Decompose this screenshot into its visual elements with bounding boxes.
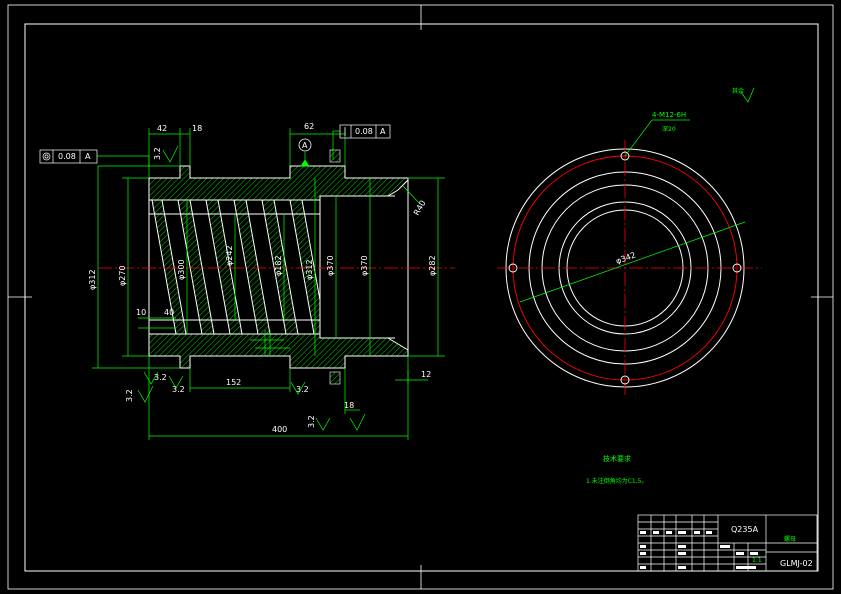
dim-dia-370-b: φ370 <box>360 255 369 276</box>
dim-r40: R40 <box>412 199 428 217</box>
title-block-part-name: 螺母 <box>784 535 796 543</box>
hatch-top-wall <box>148 165 409 201</box>
tolerance-left-datum: A <box>85 152 91 161</box>
thread-callout: 4-M12-6H <box>652 111 686 119</box>
dim-62-top: 62 <box>304 122 314 131</box>
dim-dia-312-mid: φ312 <box>305 259 314 280</box>
side-end-view: 4-M12-6H 深20 φ342 其余 <box>497 87 762 395</box>
hatch-bottom-wall <box>148 333 409 369</box>
outer-border <box>7 4 834 590</box>
rough-32-f: 3.2 <box>307 415 316 428</box>
thread-depth: 深20 <box>662 125 676 133</box>
title-block-material: Q235A <box>731 525 759 534</box>
bolt-circle-dim: φ342 <box>615 250 637 265</box>
rough-32-b: 3.2 <box>154 373 167 382</box>
dim-dia-282: φ282 <box>428 255 437 276</box>
title-block-drawing-number: GLMJ-02 <box>780 559 813 568</box>
front-dimension-lines <box>92 128 445 440</box>
inner-border <box>24 23 819 572</box>
roughness-all-note: 其余 <box>732 87 744 95</box>
dim-12: 12 <box>421 370 431 379</box>
tolerance-right-value: 0.08 <box>355 127 373 136</box>
title-block-scale: 1:1 <box>752 557 762 564</box>
dim-dia-370: φ370 <box>326 255 335 276</box>
rough-32-c: 3.2 <box>172 385 185 394</box>
dim-40: 40 <box>164 308 174 317</box>
datum-tab-bottom <box>329 371 341 385</box>
datum-marker-label: A <box>302 141 308 150</box>
dim-dia-312-left: φ312 <box>88 269 97 290</box>
dim-400: 400 <box>272 425 287 434</box>
tolerance-left-value: 0.08 <box>58 152 76 161</box>
dim-18-bottom: 18 <box>344 401 354 410</box>
dim-10: 10 <box>136 308 146 317</box>
rough-32-e: 3.2 <box>296 385 309 394</box>
front-section-view: 0.08 A 0.08 A A 42 18 62 R40 φ312 φ270 φ… <box>39 122 455 440</box>
dim-42-top: 42 <box>157 124 167 133</box>
dim-dia-270: φ270 <box>118 265 127 286</box>
dim-dia-242: φ242 <box>225 245 234 266</box>
tolerance-right-datum: A <box>380 127 386 136</box>
dim-152: 152 <box>226 378 241 387</box>
dim-dia-300: φ300 <box>177 259 186 280</box>
dim-dia-182: φ182 <box>274 255 283 276</box>
rough-32-d: 3.2 <box>125 389 134 402</box>
rough-32-a: 3.2 <box>153 147 162 160</box>
tech-req-item-1: 1.未注倒角均为C1.5。 <box>586 477 647 485</box>
datum-tab-top <box>329 149 341 163</box>
cad-drawing-canvas: 0.08 A 0.08 A A 42 18 62 R40 φ312 φ270 φ… <box>7 4 834 590</box>
thread-teeth <box>149 199 321 335</box>
dim-18-top: 18 <box>192 124 202 133</box>
tech-req-title: 技术要求 <box>603 454 631 463</box>
